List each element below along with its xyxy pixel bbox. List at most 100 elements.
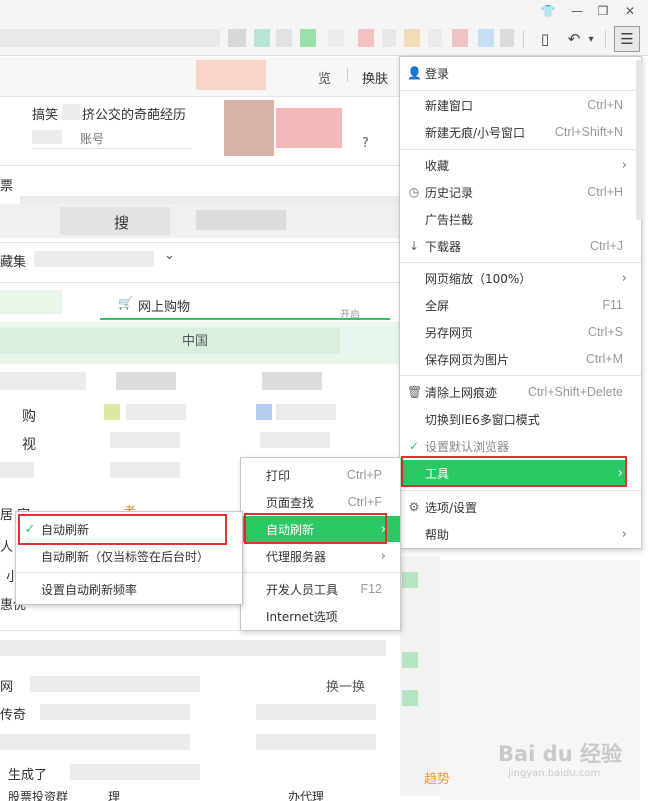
refresh-batch-link[interactable]: 换一换 <box>326 676 365 695</box>
mobile-icon[interactable]: ▯ <box>532 26 558 52</box>
news-headline-tail[interactable]: 挤公交的奇葩经历 <box>82 104 186 123</box>
blurred-block <box>196 60 266 90</box>
gear-icon: ⚙ <box>408 500 420 514</box>
chevron-down-icon[interactable]: ⌄ <box>164 248 175 263</box>
blurred-tab <box>382 29 396 47</box>
blurred-text <box>110 462 180 478</box>
download-icon: ↓ <box>408 239 420 253</box>
blurred-text <box>40 704 190 720</box>
menu-item-dev-tools[interactable]: 开发人员工具 F12 <box>241 576 400 602</box>
annotation-box-tools <box>401 456 627 487</box>
blurred-icon <box>402 690 418 706</box>
blurred-banner <box>0 328 340 354</box>
skin-link[interactable]: 换肤 <box>362 68 388 87</box>
menu-item-history[interactable]: ◷ 历史记录 Ctrl+H <box>400 179 641 205</box>
menu-separator <box>400 490 641 491</box>
help-mark: ? <box>362 136 369 151</box>
menu-item-downloader[interactable]: ↓ 下载器 Ctrl+J <box>400 233 641 259</box>
menu-item-new-incognito[interactable]: 新建无痕/小号窗口 Ctrl+Shift+N <box>400 119 641 145</box>
blurred-tab <box>254 29 270 47</box>
menu-item-favorites[interactable]: 收藏 › <box>400 152 641 178</box>
blurred-tab <box>228 29 246 47</box>
blurred-text <box>0 372 86 390</box>
undo-icon[interactable]: ↶ <box>564 26 584 52</box>
menu-item-fullscreen[interactable]: 全屏 F11 <box>400 292 641 318</box>
menu-item-proxy[interactable]: 代理服务器 › <box>241 543 400 569</box>
menu-item-login[interactable]: 👤 登录 <box>400 60 641 86</box>
tab-active-indicator <box>100 318 390 320</box>
menu-item-new-window[interactable]: 新建窗口 Ctrl+N <box>400 92 641 118</box>
menu-item-help[interactable]: 帮助 › <box>400 521 641 547</box>
menu-item-ie6-mode[interactable]: 切换到IE6多窗口模式 <box>400 406 641 432</box>
blurred-tab <box>404 29 420 47</box>
menu-scrollbar[interactable] <box>636 60 643 220</box>
trash-icon: 🗑 <box>407 385 423 399</box>
menu-separator <box>16 572 242 573</box>
legend-label: 传奇 <box>0 708 27 723</box>
person-label: 人 <box>0 540 14 555</box>
blurred-tab <box>428 29 442 47</box>
tshirt-icon[interactable]: 👕 <box>538 2 558 20</box>
blurred-text <box>0 734 190 750</box>
blurred-text <box>126 404 186 420</box>
minimize-icon[interactable]: — <box>567 2 587 20</box>
blurred-text <box>0 462 34 478</box>
blurred-text <box>32 130 62 144</box>
network-label: 网 <box>0 680 14 695</box>
annotation-box-auto-refresh <box>244 513 387 544</box>
menu-item-zoom[interactable]: 网页缩放（100%） › <box>400 265 641 291</box>
blurred-tab <box>500 29 514 47</box>
blurred-row <box>0 640 386 656</box>
bottom-text-3: 理 <box>108 790 121 801</box>
menu-item-save-page[interactable]: 另存网页 Ctrl+S <box>400 319 641 345</box>
menu-item-find-in-page[interactable]: 页面查找 Ctrl+F <box>241 489 400 515</box>
chevron-right-icon: › <box>621 157 627 173</box>
menu-item-adblock[interactable]: 广告拦截 <box>400 206 641 232</box>
blurred-tab <box>276 29 292 47</box>
menu-separator <box>400 149 641 150</box>
menu-item-options[interactable]: ⚙ 选项/设置 <box>400 494 641 520</box>
news-headline[interactable]: 搞笑 <box>32 104 58 123</box>
menu-item-clear-traces[interactable]: 🗑 清除上网痕迹 Ctrl+Shift+Delete <box>400 379 641 405</box>
annotation-box-auto-refresh-enable <box>18 514 227 545</box>
browser-toolbar: ▯ ↶ ▾ ☰ <box>0 22 648 56</box>
title-bar: 👕 — ❐ ✕ <box>0 0 648 22</box>
blurred-text <box>196 210 286 230</box>
user-icon: 👤 <box>407 66 422 80</box>
menu-separator <box>400 90 641 91</box>
ticket-label: 票 <box>0 179 14 194</box>
blurred-avatar <box>224 100 274 156</box>
restore-icon[interactable]: ❐ <box>593 2 613 20</box>
blurred-tab <box>328 29 344 47</box>
chevron-right-icon: › <box>621 526 627 542</box>
blurred-text <box>70 764 200 780</box>
blurred-text <box>256 734 376 750</box>
blurred-text <box>116 372 176 390</box>
toolbar-separator <box>523 30 524 48</box>
collection-label: 藏集 <box>0 255 27 270</box>
blurred-tab <box>0 290 62 314</box>
blurred-icon <box>104 404 120 420</box>
menu-item-save-as-image[interactable]: 保存网页为图片 Ctrl+M <box>400 346 641 372</box>
blurred-tab <box>300 29 316 47</box>
blurred-sidebar <box>400 556 440 796</box>
blurred-icon <box>402 572 418 588</box>
menu-item-print[interactable]: 打印 Ctrl+P <box>241 462 400 488</box>
menu-item-auto-refresh-background[interactable]: 自动刷新（仅当标签在后台时） <box>16 543 242 569</box>
undo-dropdown-icon[interactable]: ▾ <box>584 26 598 52</box>
page-link[interactable]: 览 <box>318 68 331 87</box>
blurred-tab <box>452 29 468 47</box>
blurred-text <box>276 404 336 420</box>
blurred-tab <box>478 29 494 47</box>
hamburger-icon[interactable]: ☰ <box>614 26 640 52</box>
search-label[interactable]: 搜 <box>114 212 129 233</box>
menu-item-internet-options[interactable]: Internet选项 <box>241 603 400 629</box>
page-divider <box>0 165 400 166</box>
trend-label: 趋势 <box>424 772 451 787</box>
close-icon[interactable]: ✕ <box>620 2 640 20</box>
shopping-tab[interactable]: 网上购物 <box>138 296 190 315</box>
blurred-icon <box>402 652 418 668</box>
menu-separator <box>400 262 641 263</box>
menu-item-auto-refresh-frequency[interactable]: 设置自动刷新频率 <box>16 576 242 602</box>
blurred-text <box>256 704 376 720</box>
